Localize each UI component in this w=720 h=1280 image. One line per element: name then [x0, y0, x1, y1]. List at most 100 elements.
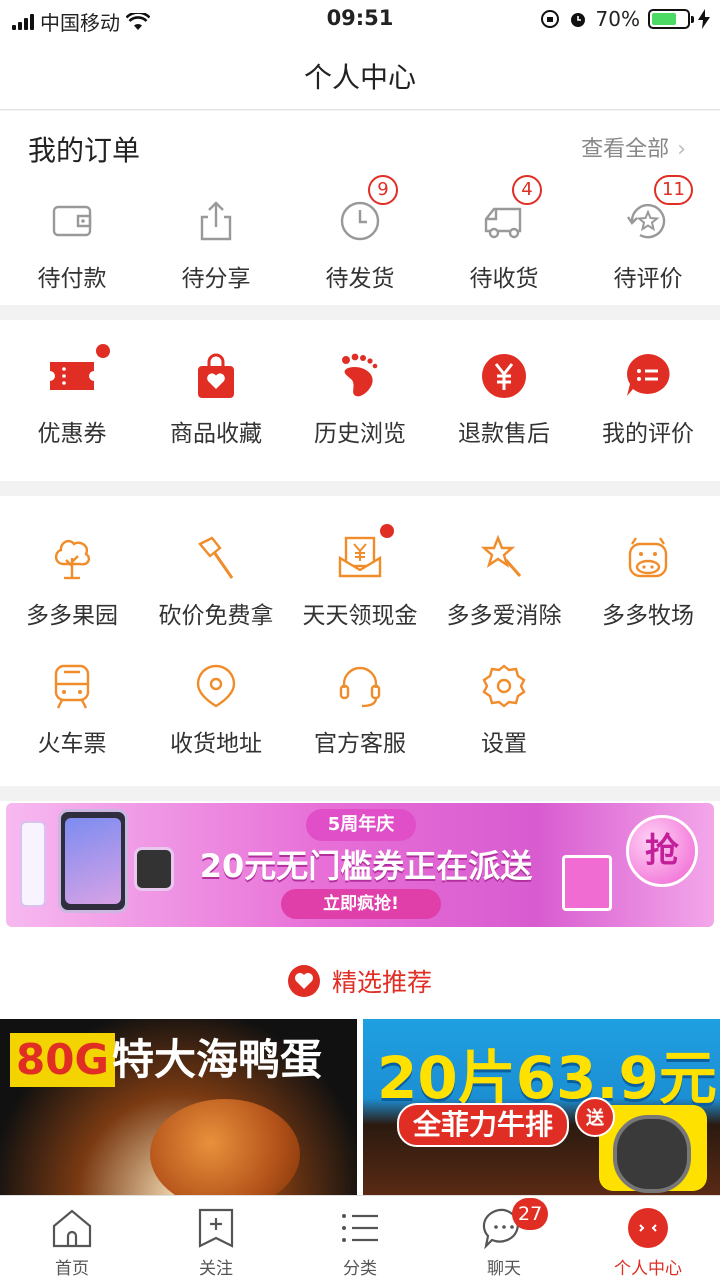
tab-label: 分类 — [343, 1259, 377, 1279]
battery-icon — [648, 9, 694, 29]
tab-label: 聊天 — [487, 1259, 521, 1279]
tool-item-coupons[interactable]: 优惠券 — [0, 344, 144, 448]
app-item-customer-service[interactable]: 官方客服 — [288, 662, 432, 758]
tool-item-favorites[interactable]: 商品收藏 — [144, 352, 288, 448]
tab-label: 首页 — [55, 1259, 89, 1279]
product-title: 特大海鸭蛋 — [112, 1035, 323, 1084]
app-item-ranch[interactable]: 多多牧场 — [576, 534, 720, 630]
tool-item-refund[interactable]: 退款售后 — [432, 352, 576, 448]
app-item-label: 设置 — [481, 731, 527, 757]
order-item-label: 待分享 — [181, 266, 251, 292]
location-icon — [192, 662, 240, 710]
app-item-orchard[interactable]: 多多果园 — [0, 534, 144, 630]
alarm-icon — [570, 13, 585, 27]
gift-badge: 送 — [575, 1097, 615, 1137]
orders-card: 我的订单 查看全部 › 待付款 待分享 9 待发货 4 待收货 11 待评价 — [0, 111, 720, 305]
tool-item-label: 优惠券 — [37, 421, 107, 447]
daily-cash-notification-dot — [380, 524, 394, 538]
share-icon — [192, 197, 240, 245]
nav-bar: 个人中心 — [0, 38, 720, 110]
refund-icon — [480, 352, 528, 400]
order-item-label: 待发货 — [325, 266, 395, 292]
promo-banner[interactable]: 5周年庆 20元无门槛券正在派送 立即疯抢! 抢 — [0, 801, 720, 943]
tool-item-label: 退款售后 — [458, 421, 550, 447]
order-badge: 9 — [368, 175, 398, 205]
order-item-pending-review[interactable]: 11 待评价 — [576, 175, 720, 293]
app-item-daily-cash[interactable]: 天天领现金 — [288, 524, 432, 630]
app-item-label: 收货地址 — [170, 731, 262, 757]
tab-label: 个人中心 — [614, 1259, 682, 1279]
product-size-tag: 80G — [10, 1033, 115, 1087]
frying-pan-image — [599, 1105, 707, 1193]
favorite-bag-icon — [192, 352, 240, 400]
app-item-label: 多多果园 — [26, 603, 118, 629]
profile-icon — [626, 1206, 670, 1250]
tab-home[interactable]: 首页 — [0, 1196, 144, 1280]
app-item-settings[interactable]: 设置 — [432, 662, 576, 758]
product-title: 全菲力牛排 — [397, 1103, 570, 1147]
app-item-address[interactable]: 收货地址 — [144, 662, 288, 758]
order-badge: 4 — [512, 175, 542, 205]
axe-icon — [192, 534, 240, 582]
rotation-lock-icon — [540, 10, 559, 28]
tool-item-history[interactable]: 历史浏览 — [288, 352, 432, 448]
settings-icon — [480, 662, 528, 710]
category-icon — [338, 1206, 382, 1250]
chat-unread-badge: 27 — [512, 1198, 549, 1230]
app-item-label: 官方客服 — [314, 731, 406, 757]
recommend-header: 精选推荐 — [0, 943, 720, 1019]
order-item-pending-receipt[interactable]: 4 待收货 — [432, 175, 576, 293]
banner-grab-circle[interactable]: 抢 — [626, 815, 698, 887]
promo-banner-image: 5周年庆 20元无门槛券正在派送 立即疯抢! 抢 — [6, 803, 714, 927]
tab-category[interactable]: 分类 — [288, 1196, 432, 1280]
tab-label: 关注 — [199, 1259, 233, 1279]
battery-percent: 70% — [595, 7, 640, 31]
order-item-pending-shipment[interactable]: 9 待发货 — [288, 175, 432, 293]
order-item-label: 待付款 — [37, 266, 107, 292]
product-card[interactable]: 20片63.9元 全菲力牛排 送 — [363, 1019, 720, 1195]
product-card[interactable]: 80G 特大海鸭蛋 — [0, 1019, 357, 1195]
charging-icon — [698, 9, 710, 29]
banner-grab-button[interactable]: 立即疯抢! — [281, 889, 441, 919]
tab-follow[interactable]: 关注 — [144, 1196, 288, 1280]
review-icon: 11 — [624, 175, 693, 245]
chevron-right-icon: › — [677, 137, 686, 162]
app-item-train-tickets[interactable]: 火车票 — [0, 662, 144, 758]
tools-card: 优惠券 商品收藏 历史浏览 退款售后 我的评价 — [0, 320, 720, 481]
recommend-title-wrap: 精选推荐 — [0, 963, 720, 999]
star-wand-icon — [480, 534, 528, 582]
headset-icon — [336, 662, 384, 710]
status-right: 70% — [540, 7, 710, 31]
view-all-orders-link[interactable]: 查看全部 › — [581, 131, 686, 163]
gift-box-icon — [562, 855, 612, 911]
cash-icon — [336, 524, 394, 582]
tab-profile[interactable]: 个人中心 — [576, 1196, 720, 1280]
page-title: 个人中心 — [303, 61, 416, 94]
app-item-bargain[interactable]: 砍价免费拿 — [144, 534, 288, 630]
banner-anniversary-label: 5周年庆 — [306, 809, 416, 841]
product-grid: 80G 特大海鸭蛋 20片63.9元 全菲力牛排 送 — [0, 1019, 720, 1195]
wallet-icon — [48, 197, 96, 245]
heart-icon — [287, 965, 320, 997]
order-item-pending-payment[interactable]: 待付款 — [0, 197, 144, 293]
tab-chat[interactable]: 27 聊天 — [432, 1196, 576, 1280]
coupon-notification-dot — [96, 344, 110, 358]
app-item-label: 多多爱消除 — [446, 603, 562, 629]
recommend-title: 精选推荐 — [331, 968, 432, 997]
tool-item-label: 我的评价 — [602, 421, 694, 447]
home-icon — [50, 1206, 94, 1250]
app-item-match-game[interactable]: 多多爱消除 — [432, 534, 576, 630]
cosmetic-product-image — [20, 821, 46, 907]
coupon-icon — [48, 344, 110, 400]
train-icon — [48, 662, 96, 710]
order-badge: 11 — [654, 175, 693, 205]
tree-icon — [48, 534, 96, 582]
tool-item-my-reviews[interactable]: 我的评价 — [576, 352, 720, 448]
tool-item-label: 商品收藏 — [170, 421, 262, 447]
battery-fill — [652, 13, 676, 25]
order-item-pending-share[interactable]: 待分享 — [144, 197, 288, 293]
app-item-label: 天天领现金 — [302, 603, 418, 629]
phone-product-image — [58, 809, 128, 913]
cow-icon — [624, 534, 672, 582]
apps-card: 多多果园 砍价免费拿 天天领现金 多多爱消除 多多牧场 火车票 收货地址 官方客… — [0, 496, 720, 786]
